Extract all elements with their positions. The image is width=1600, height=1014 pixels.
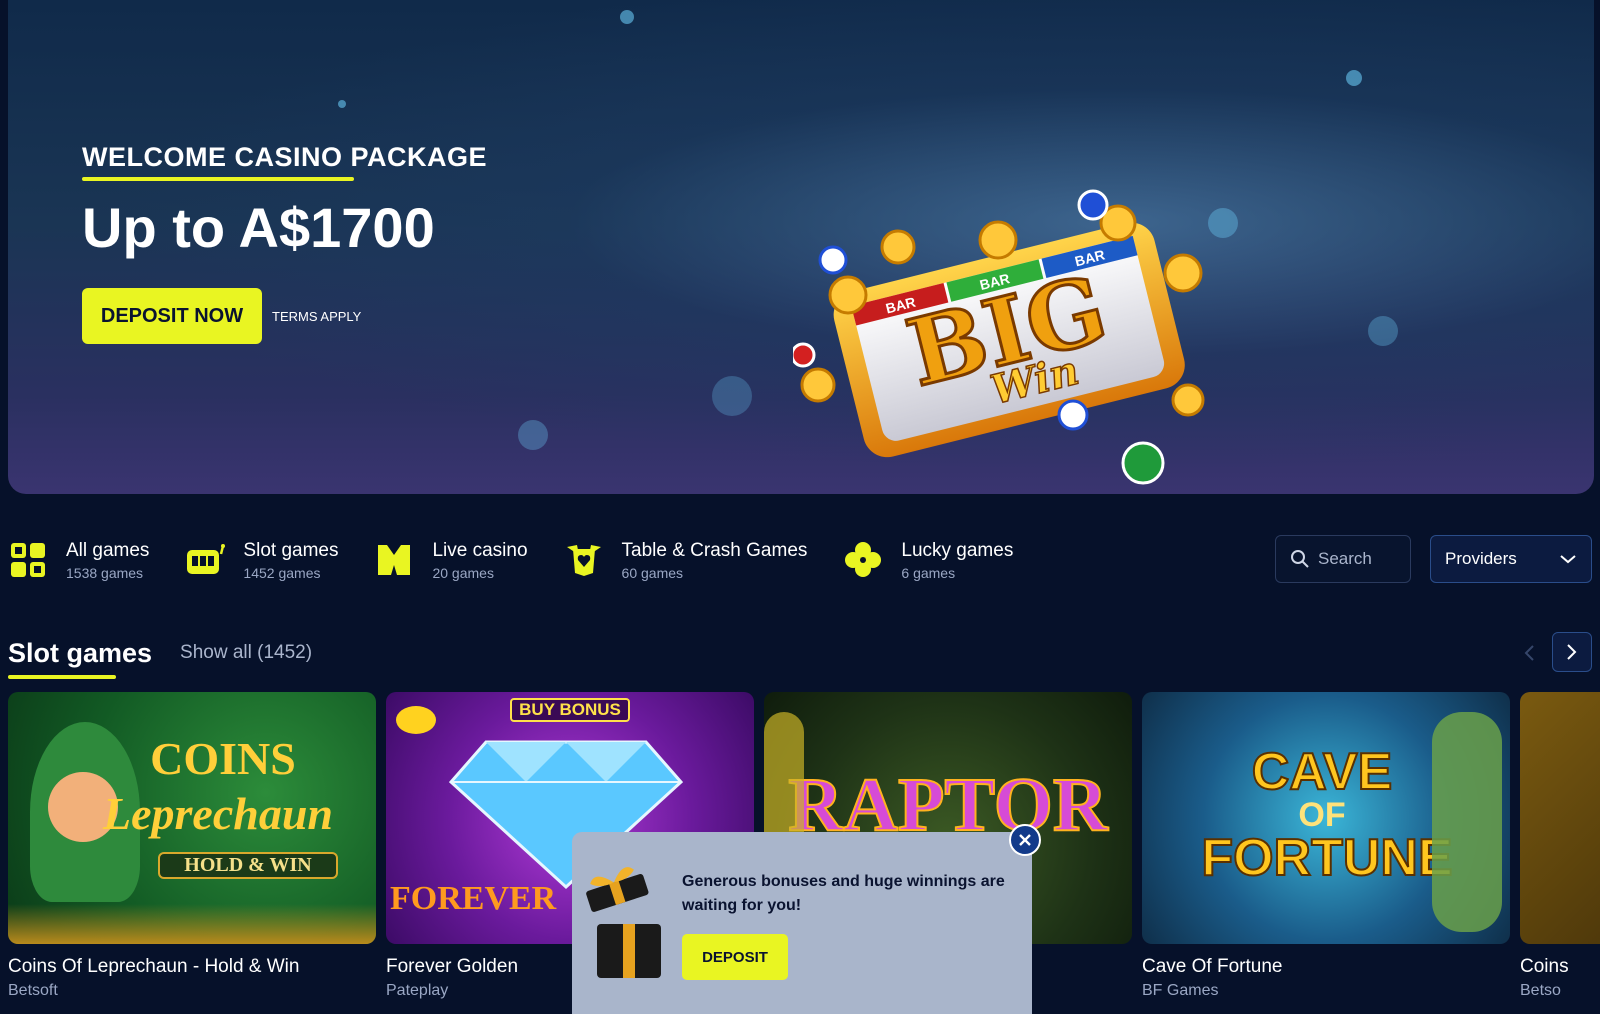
- big-win-slot-illustration: BAR BAR BAR BIG Win: [793, 189, 1205, 485]
- category-name: All games: [66, 539, 150, 561]
- hero-kicker: WELCOME CASINO PACKAGE: [82, 142, 487, 181]
- raptor-figure: [764, 712, 804, 832]
- show-all-link[interactable]: Show all (1452): [180, 642, 312, 664]
- game-art-text: HOLD & WIN: [158, 852, 338, 879]
- buy-bonus-badge: BUY BONUS: [510, 698, 630, 722]
- slot-games-section-header: Slot games Show all (1452): [8, 630, 1592, 679]
- game-thumbnail[interactable]: COINS Leprechaun HOLD & WIN: [8, 692, 376, 944]
- game-provider: Betsoft: [8, 982, 58, 999]
- section-title: Slot games: [8, 637, 153, 679]
- terms-apply-link[interactable]: TERMS APPLY: [272, 309, 361, 324]
- category-text: Slot games 1452 games: [243, 540, 338, 581]
- category-text: Table & Crash Games 60 games: [622, 540, 808, 581]
- search-input[interactable]: [1318, 549, 1408, 569]
- chevron-left-icon: [1524, 645, 1534, 661]
- category-count: 1452 games: [243, 564, 321, 581]
- hero-title: Up to A$1700: [82, 196, 435, 259]
- game-card[interactable]: Coins Betso: [1520, 692, 1600, 1000]
- popup-deposit-button[interactable]: DEPOSIT: [682, 934, 788, 980]
- hero-actions: DEPOSIT NOW TERMS APPLY: [82, 288, 487, 344]
- card-shield-icon: [564, 540, 604, 580]
- game-provider: BF Games: [1142, 982, 1219, 999]
- hero-text: WELCOME CASINO PACKAGE Up to A$1700 DEPO…: [82, 142, 487, 344]
- chevron-down-icon: [1560, 555, 1576, 564]
- sparkle: [338, 100, 346, 108]
- providers-dropdown[interactable]: Providers: [1430, 535, 1592, 583]
- hero-banner: WELCOME CASINO PACKAGE Up to A$1700 DEPO…: [8, 0, 1594, 494]
- game-card[interactable]: COINS Leprechaun HOLD & WIN Coins Of Lep…: [8, 692, 376, 1000]
- clover-icon: [843, 540, 883, 580]
- category-count: 20 games: [432, 564, 494, 581]
- grid-icon: [8, 540, 48, 580]
- category-name: Slot games: [243, 539, 339, 561]
- category-slot-games[interactable]: Slot games 1452 games: [185, 540, 338, 581]
- game-thumbnail[interactable]: [1520, 692, 1600, 944]
- category-name: Table & Crash Games: [621, 539, 808, 561]
- game-art-text: Leprechaun: [103, 788, 333, 839]
- game-card[interactable]: CAVE OF FORTUNE Cave Of Fortune BF Games: [1142, 692, 1510, 1000]
- gold-coins-pile: [8, 904, 376, 944]
- slot-machine-icon: [185, 540, 226, 580]
- category-lucky-games[interactable]: Lucky games 6 games: [843, 540, 1013, 581]
- sparkle: [1346, 70, 1362, 86]
- category-name: Lucky games: [901, 539, 1014, 561]
- category-all-games[interactable]: All games 1538 games: [8, 540, 149, 581]
- category-text: Live casino 20 games: [432, 540, 527, 581]
- close-button[interactable]: [1009, 824, 1041, 856]
- sparkle: [620, 10, 634, 24]
- game-art-text: FOREVER: [390, 880, 557, 917]
- goblin-figure: [1432, 712, 1502, 932]
- sparkle: [518, 420, 548, 450]
- game-title: Coins: [1520, 956, 1569, 977]
- deposit-now-button[interactable]: DEPOSIT NOW: [82, 288, 262, 344]
- game-title: Coins Of Leprechaun - Hold & Win: [8, 956, 300, 977]
- providers-label: Providers: [1445, 549, 1517, 568]
- game-provider: Betso: [1520, 982, 1561, 999]
- category-text: Lucky games 6 games: [901, 540, 1013, 581]
- category-bar: All games 1538 games Slot games 1452 gam…: [8, 530, 1592, 590]
- deposit-promo-popup: Generous bonuses and huge winnings are w…: [572, 824, 1041, 1014]
- gift-box-icon: [586, 867, 661, 978]
- category-table-crash[interactable]: Table & Crash Games 60 games: [564, 540, 808, 581]
- game-art-text: COINS: [150, 733, 296, 784]
- dealer-icon: [374, 540, 414, 580]
- game-title: Cave Of Fortune: [1142, 956, 1283, 977]
- duck-logo: [396, 706, 436, 734]
- carousel-next-button[interactable]: [1552, 632, 1592, 672]
- chevron-right-icon: [1567, 644, 1577, 660]
- game-art-text: CAVE: [1251, 742, 1394, 802]
- search-icon: [1291, 550, 1309, 568]
- carousel-prev-button[interactable]: [1514, 638, 1544, 668]
- game-art-text: FORTUNE: [1200, 828, 1453, 888]
- popup-message: Generous bonuses and huge winnings are w…: [682, 873, 1005, 914]
- category-count: 6 games: [901, 564, 956, 581]
- category-live-casino[interactable]: Live casino 20 games: [374, 540, 528, 581]
- close-icon: [1019, 834, 1031, 846]
- search-box[interactable]: [1275, 535, 1411, 583]
- category-count: 1538 games: [66, 564, 144, 581]
- category-name: Live casino: [432, 539, 528, 561]
- category-text: All games 1538 games: [66, 540, 149, 581]
- sparkle: [712, 376, 752, 416]
- category-count: 60 games: [621, 564, 684, 581]
- sparkle: [1368, 316, 1398, 346]
- game-thumbnail[interactable]: CAVE OF FORTUNE: [1142, 692, 1510, 944]
